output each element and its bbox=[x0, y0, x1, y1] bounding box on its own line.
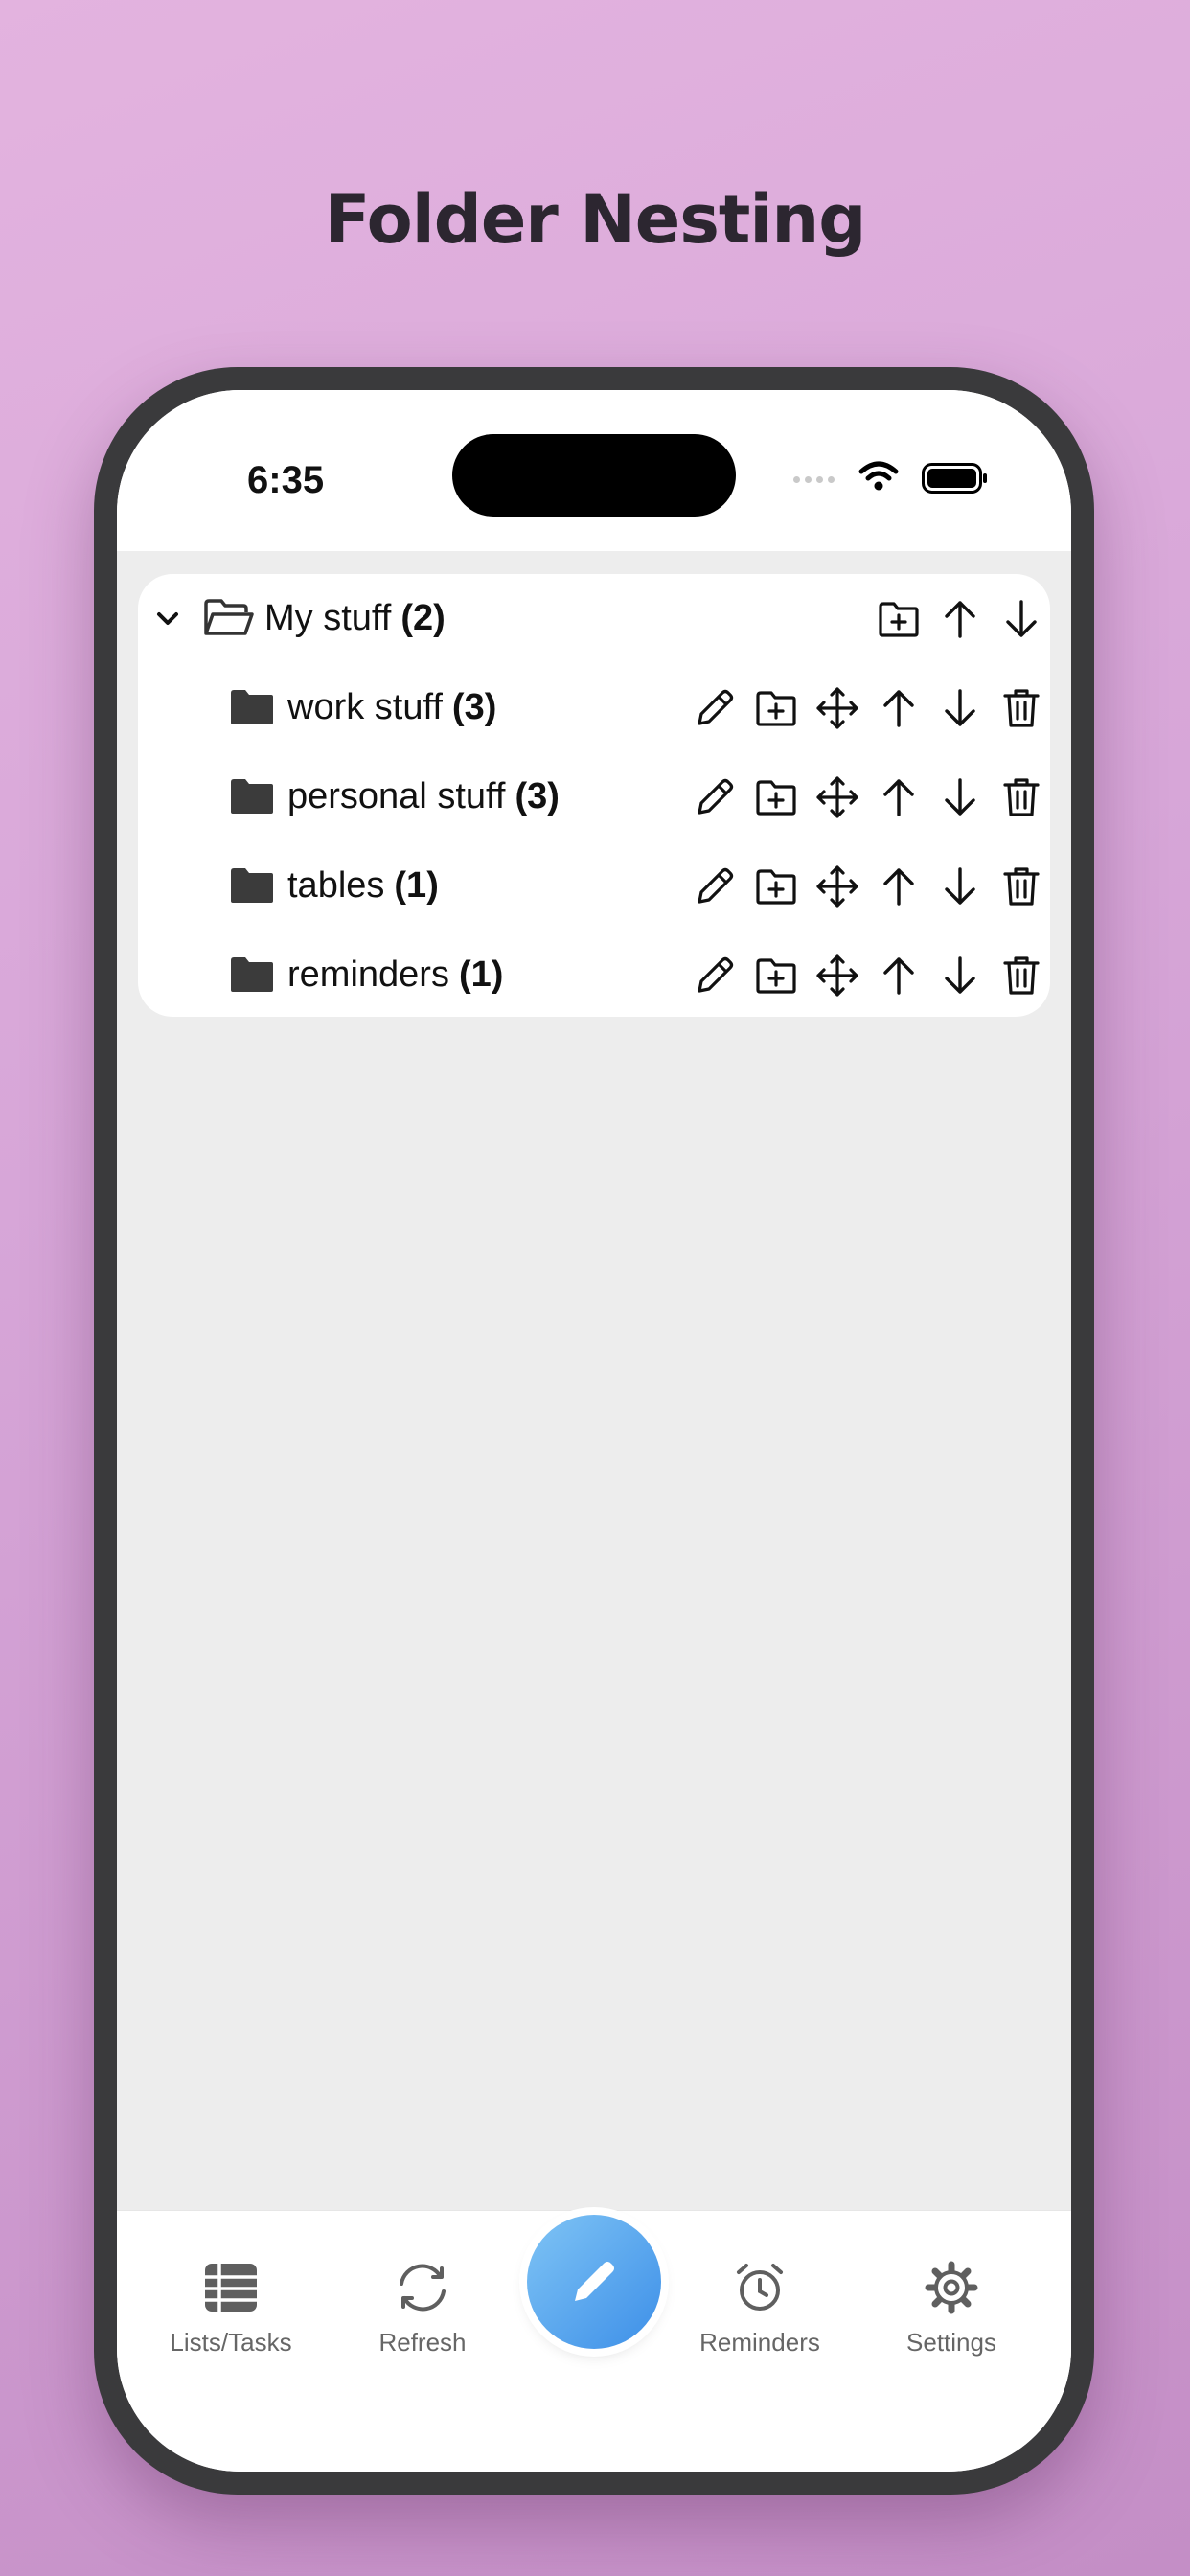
folder-actions bbox=[692, 685, 1044, 731]
trash-icon[interactable] bbox=[998, 685, 1044, 731]
arrow-down-icon[interactable] bbox=[937, 774, 983, 820]
add-folder-icon[interactable] bbox=[753, 685, 799, 731]
status-bar: 6:35 bbox=[117, 390, 1071, 551]
arrow-up-icon[interactable] bbox=[876, 953, 922, 999]
trash-icon[interactable] bbox=[998, 863, 1044, 909]
arrow-down-icon[interactable] bbox=[998, 596, 1044, 642]
move-icon[interactable] bbox=[814, 863, 860, 909]
add-folder-icon[interactable] bbox=[876, 596, 922, 642]
arrow-up-icon[interactable] bbox=[876, 774, 922, 820]
phone-frame: 6:35 My stuff (2) work stuff (3) persona… bbox=[94, 367, 1094, 2495]
folder-icon bbox=[231, 779, 273, 814]
folder-row-root[interactable]: My stuff (2) bbox=[138, 574, 1050, 662]
gear-icon bbox=[925, 2261, 978, 2314]
pencil-icon[interactable] bbox=[692, 953, 738, 999]
folder-actions bbox=[692, 953, 1044, 999]
add-folder-icon[interactable] bbox=[753, 863, 799, 909]
arrow-up-icon[interactable] bbox=[876, 685, 922, 731]
wifi-icon bbox=[858, 461, 899, 491]
move-icon[interactable] bbox=[814, 774, 860, 820]
folder-name: My stuff bbox=[264, 597, 392, 638]
folder-name: reminders bbox=[287, 954, 449, 995]
dynamic-island bbox=[452, 434, 736, 517]
tab-settings[interactable]: Settings bbox=[870, 2261, 1033, 2358]
folder-name: tables bbox=[287, 864, 385, 906]
folder-count: (3) bbox=[451, 686, 497, 727]
arrow-down-icon[interactable] bbox=[937, 953, 983, 999]
tab-refresh[interactable]: Refresh bbox=[341, 2261, 504, 2358]
folder-row[interactable]: work stuff (3) bbox=[138, 663, 1050, 751]
tab-lists-tasks[interactable]: Lists/Tasks bbox=[149, 2261, 312, 2358]
folder-count: (2) bbox=[400, 597, 446, 638]
folder-count: (3) bbox=[515, 775, 560, 816]
status-time: 6:35 bbox=[247, 459, 325, 501]
root-actions bbox=[876, 596, 1044, 642]
folder-name: personal stuff bbox=[287, 775, 506, 816]
main-content: My stuff (2) work stuff (3) personal stu… bbox=[117, 551, 1071, 2211]
folder-count: (1) bbox=[458, 954, 504, 995]
phone-screen: 6:35 My stuff (2) work stuff (3) persona… bbox=[117, 390, 1071, 2472]
promo-title: Folder Nesting bbox=[324, 180, 867, 259]
folder-row[interactable]: reminders (1) bbox=[138, 931, 1050, 1019]
folder-row[interactable]: tables (1) bbox=[138, 841, 1050, 930]
arrow-down-icon[interactable] bbox=[937, 685, 983, 731]
folder-name: work stuff bbox=[287, 686, 443, 727]
pencil-icon bbox=[575, 2262, 614, 2301]
folder-tree: My stuff (2) work stuff (3) personal stu… bbox=[138, 574, 1050, 1017]
tab-reminders[interactable]: Reminders bbox=[678, 2261, 841, 2358]
add-folder-icon[interactable] bbox=[753, 953, 799, 999]
add-folder-icon[interactable] bbox=[753, 774, 799, 820]
pencil-icon[interactable] bbox=[692, 685, 738, 731]
list-table-icon bbox=[205, 2264, 257, 2312]
compose-button[interactable] bbox=[527, 2215, 661, 2349]
refresh-icon bbox=[400, 2264, 446, 2312]
alarm-clock-icon bbox=[737, 2264, 783, 2311]
folder-icon bbox=[231, 868, 273, 903]
move-icon[interactable] bbox=[814, 953, 860, 999]
folder-open-icon bbox=[204, 599, 254, 635]
pencil-icon[interactable] bbox=[692, 774, 738, 820]
trash-icon[interactable] bbox=[998, 774, 1044, 820]
signal-dots-icon bbox=[793, 476, 835, 483]
arrow-down-icon[interactable] bbox=[937, 863, 983, 909]
folder-actions bbox=[692, 863, 1044, 909]
folder-icon bbox=[231, 690, 273, 724]
arrow-up-icon[interactable] bbox=[876, 863, 922, 909]
pencil-icon[interactable] bbox=[692, 863, 738, 909]
trash-icon[interactable] bbox=[998, 953, 1044, 999]
arrow-up-icon[interactable] bbox=[937, 596, 983, 642]
tab-bar: Lists/Tasks Refresh Reminders Settings bbox=[117, 2210, 1071, 2472]
folder-icon bbox=[231, 957, 273, 992]
folder-actions bbox=[692, 774, 1044, 820]
move-icon[interactable] bbox=[814, 685, 860, 731]
folder-row[interactable]: personal stuff (3) bbox=[138, 752, 1050, 840]
chevron-down-icon[interactable] bbox=[153, 605, 182, 633]
folder-count: (1) bbox=[394, 864, 439, 906]
battery-icon bbox=[922, 463, 987, 494]
